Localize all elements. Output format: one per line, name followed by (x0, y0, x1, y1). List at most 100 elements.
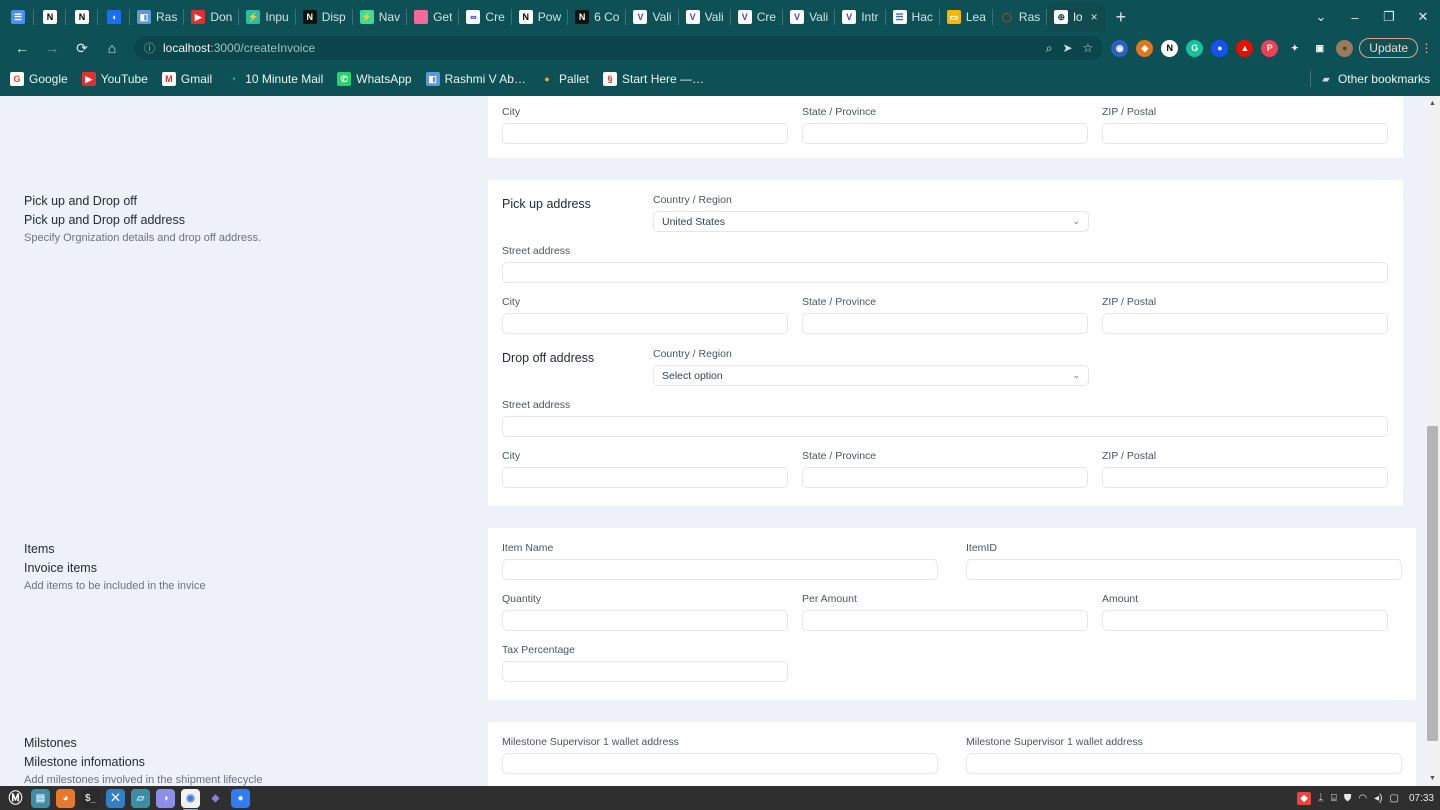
item-name-input[interactable] (502, 559, 938, 580)
bookmark-item[interactable]: ▶ YouTube (81, 72, 148, 86)
browser-tab[interactable]: ⚡ Nav (353, 2, 408, 32)
minimize-button[interactable]: – (1338, 2, 1372, 32)
volume-icon[interactable]: ◂) (1374, 793, 1382, 804)
pickup-country-select[interactable]: United States ⌄ (653, 211, 1089, 232)
browser-tab[interactable]: N Pow (512, 2, 569, 32)
browser-tab[interactable]: Get (407, 2, 460, 32)
bookmark-item[interactable]: M Gmail (161, 72, 212, 86)
bluetooth-icon[interactable]: ᛦ (1318, 793, 1324, 804)
new-tab-button[interactable]: + (1105, 2, 1138, 32)
scrollbar-thumb[interactable] (1427, 426, 1438, 741)
forward-icon[interactable]: → (38, 35, 66, 61)
pickup-city-input[interactable] (502, 313, 788, 334)
back-icon[interactable]: ← (8, 35, 36, 61)
bookmark-item[interactable]: ◔ 10 Minute Mail (226, 72, 323, 86)
extensions-puzzle-icon[interactable]: ✦ (1286, 39, 1304, 57)
files-manager-icon[interactable]: ▤ (31, 788, 50, 808)
bookmark-item[interactable]: G Google (10, 72, 68, 86)
metamask-icon[interactable]: ◆ (1136, 39, 1154, 57)
tab-search-chevron-down-icon[interactable]: ⌄ (1304, 2, 1338, 32)
update-shield-icon[interactable]: ⛊ (1344, 793, 1352, 804)
dropoff-state-input[interactable] (802, 467, 1088, 488)
tax-percentage-input[interactable] (502, 661, 788, 682)
location-app-icon[interactable]: ● (231, 788, 250, 808)
browser-tab[interactable]: V Vali (679, 2, 731, 32)
scrollbar-up-arrow[interactable]: ▲ (1425, 96, 1440, 111)
browser-tab[interactable]: N (66, 2, 98, 32)
browser-tab[interactable]: ◯ Ras (993, 2, 1048, 32)
amount-input[interactable] (1102, 610, 1388, 631)
clipboard-icon[interactable]: ⌸ (1331, 793, 1337, 804)
reload-icon[interactable]: ⟳ (68, 35, 96, 61)
organization-city-input[interactable] (502, 123, 788, 144)
ethereum-icon[interactable]: ◆ (206, 788, 225, 808)
vscode-icon[interactable]: ⨉ (106, 788, 125, 808)
browser-tab[interactable]: N Disp (296, 2, 353, 32)
browser-tab[interactable]: ⚡ Inpu (239, 2, 296, 32)
browser-tab[interactable]: ☰ Hac (886, 2, 940, 32)
chrome-icon[interactable]: ◉ (181, 788, 200, 810)
grammarly-icon[interactable]: G (1186, 39, 1204, 57)
home-icon[interactable]: ⌂ (98, 35, 126, 61)
coinbase-wallet-icon[interactable]: ● (1211, 39, 1229, 57)
wifi-icon[interactable]: ◠ (1358, 793, 1367, 804)
page-scrollbar[interactable]: ▲ ▼ (1425, 96, 1440, 786)
browser-tab[interactable]: ◧ Ras (130, 2, 185, 32)
scrollbar-down-arrow[interactable]: ▼ (1425, 771, 1440, 786)
notion-web-clipper-icon[interactable]: N (1161, 39, 1179, 57)
file-explorer-icon[interactable]: ▱ (131, 788, 150, 808)
milestone-supervisor-2-input[interactable] (966, 753, 1402, 774)
other-bookmarks-button[interactable]: ▰ Other bookmarks (1319, 72, 1430, 86)
blue-aperture-icon[interactable]: ◉ (1111, 39, 1129, 57)
organization-state-input[interactable] (802, 123, 1088, 144)
browser-tab-active[interactable]: ⊕ lo × (1047, 2, 1105, 32)
close-tab-icon[interactable]: × (1091, 10, 1098, 24)
maximize-button[interactable]: ❐ (1372, 2, 1406, 32)
per-amount-input[interactable] (802, 610, 1088, 631)
share-icon[interactable]: ➤ (1062, 41, 1072, 55)
browser-tab[interactable]: ▭ Lea (940, 2, 993, 32)
site-info-icon[interactable]: ⓘ (144, 40, 155, 56)
side-panel-icon[interactable]: ▣ (1311, 39, 1329, 57)
profile-avatar[interactable]: ● (1336, 39, 1354, 57)
dropoff-country-select[interactable]: Select option ⌄ (653, 365, 1089, 386)
browser-tab[interactable]: ▶ Don (184, 2, 240, 32)
browser-tab[interactable]: V Intr (835, 2, 886, 32)
pickup-state-input[interactable] (802, 313, 1088, 334)
browser-tab[interactable]: V Vali (783, 2, 836, 32)
organization-zip-input[interactable] (1102, 123, 1388, 144)
brave-shield-icon[interactable]: ▲ (1236, 39, 1254, 57)
milestone-supervisor-1-input[interactable] (502, 753, 938, 774)
zoom-icon[interactable]: ⌕ (1046, 41, 1053, 56)
update-button[interactable]: Update (1359, 38, 1418, 58)
bookmark-item[interactable]: ✆ WhatsApp (337, 72, 412, 86)
browser-tab[interactable]: N (34, 2, 66, 32)
bookmark-item[interactable]: § Start Here —… (603, 72, 704, 86)
browser-tab[interactable]: V Vali (626, 2, 679, 32)
item-id-input[interactable] (966, 559, 1402, 580)
pocket-icon[interactable]: P (1261, 39, 1279, 57)
bookmark-item[interactable]: ● Pallet (539, 72, 589, 86)
dropoff-zip-input[interactable] (1102, 467, 1388, 488)
terminal-icon[interactable]: $_ (81, 788, 100, 808)
close-window-button[interactable]: ✕ (1406, 2, 1440, 32)
browser-tab[interactable]: ◖ (98, 2, 130, 32)
pickup-zip-input[interactable] (1102, 313, 1388, 334)
discord-icon[interactable]: ◑ (156, 788, 175, 808)
firefox-icon[interactable]: ◕ (56, 788, 75, 808)
redshift-icon[interactable]: ◆ (1297, 791, 1311, 805)
bookmark-star-icon[interactable]: ☆ (1083, 41, 1094, 55)
taskbar-clock[interactable]: 07:33 (1409, 793, 1434, 804)
dropoff-city-input[interactable] (502, 467, 788, 488)
battery-icon[interactable]: ▢ (1390, 793, 1399, 804)
browser-tab[interactable]: ∞ Cre (459, 2, 512, 32)
dropoff-street-input[interactable] (502, 416, 1388, 437)
browser-menu-icon[interactable]: ⋮ (1420, 41, 1433, 55)
browser-tab[interactable]: N 6 Co (568, 2, 627, 32)
start-menu-button[interactable]: Ⓜ (6, 789, 25, 808)
browser-tab[interactable]: V Cre (731, 2, 784, 32)
address-bar[interactable]: ⓘ localhost:3000/createInvoice ⌕ ➤ ☆ (134, 36, 1104, 60)
quantity-input[interactable] (502, 610, 788, 631)
bookmark-item[interactable]: ◧ Rashmi V Ab… (425, 72, 526, 86)
pickup-street-input[interactable] (502, 262, 1388, 283)
